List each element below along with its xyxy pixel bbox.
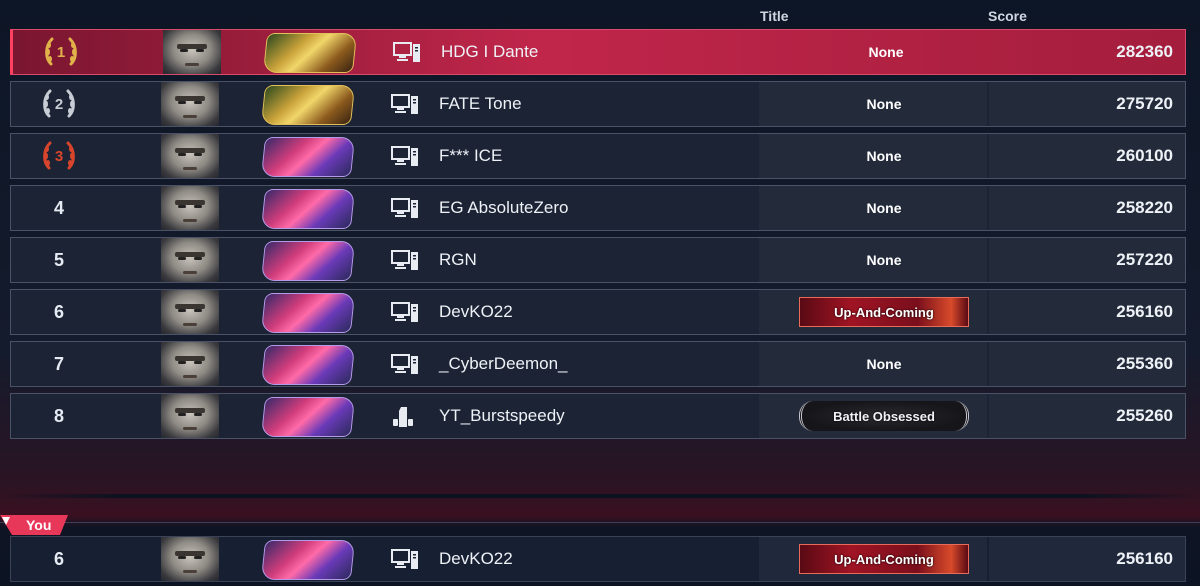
leaderboard-row[interactable]: 2 FATE Tone None 275720 — [10, 81, 1186, 127]
player-score: 257220 — [1116, 250, 1173, 269]
rank-emblem-icon[interactable] — [260, 241, 356, 281]
player-score: 256160 — [1116, 302, 1173, 321]
pc-icon — [391, 548, 419, 572]
player-name[interactable]: DevKO22 — [439, 537, 513, 581]
player-title: Battle Obsessed — [771, 394, 997, 438]
title-text: None — [868, 44, 904, 60]
player-score: 275720 — [1116, 94, 1173, 113]
title-text: None — [866, 148, 902, 164]
player-title: None — [771, 238, 997, 282]
player-name[interactable]: FATE Tone — [439, 82, 522, 126]
character-portrait[interactable] — [161, 537, 219, 581]
title-plate: Up-And-Coming — [799, 297, 969, 327]
column-header-score: Score — [988, 8, 1027, 24]
character-portrait[interactable] — [161, 394, 219, 438]
pc-icon — [393, 41, 421, 65]
divider — [0, 494, 1200, 498]
you-tag-label: You — [26, 517, 52, 533]
rank-emblem-icon[interactable] — [260, 293, 356, 333]
you-row-card[interactable]: 6 DevKO22 Up-And-Coming 256160 — [10, 536, 1186, 582]
player-score: 255360 — [1116, 354, 1173, 373]
player-title: None — [771, 82, 997, 126]
character-portrait[interactable] — [161, 342, 219, 386]
player-name[interactable]: _CyberDeemon_ — [439, 342, 568, 386]
rank-number: 6 — [53, 301, 64, 322]
rank-laurel-icon: 2 — [41, 86, 77, 122]
character-portrait[interactable] — [163, 30, 221, 74]
player-score: 260100 — [1116, 146, 1173, 165]
leaderboard-row[interactable]: 1 HDG I Dante None 282360 — [10, 29, 1186, 75]
character-portrait[interactable] — [161, 290, 219, 334]
pc-icon — [391, 301, 419, 325]
leaderboard-row[interactable]: 7 _CyberDeemon_ None 255360 — [10, 341, 1186, 387]
rank-number: 4 — [53, 197, 64, 218]
leaderboard-row[interactable]: 3 F*** ICE None 260100 — [10, 133, 1186, 179]
player-title: None — [771, 134, 997, 178]
title-text: None — [866, 356, 902, 372]
title-text: None — [866, 252, 902, 268]
title-text: None — [866, 96, 902, 112]
rank-number: 7 — [53, 353, 64, 374]
rank-number: 8 — [53, 405, 64, 426]
player-score: 255260 — [1116, 406, 1173, 425]
pc-icon — [391, 145, 419, 169]
rank-emblem-icon[interactable] — [260, 345, 356, 385]
player-name[interactable]: F*** ICE — [439, 134, 502, 178]
leaderboard-row[interactable]: 4 EG AbsoluteZero None 258220 — [10, 185, 1186, 231]
pc-icon — [391, 353, 419, 377]
player-title: None — [773, 30, 999, 74]
rank-number: 5 — [53, 249, 64, 270]
rank-number: 1 — [56, 43, 66, 61]
you-tag: You — [0, 515, 68, 535]
rank-emblem-icon[interactable] — [260, 137, 356, 177]
pc-icon — [391, 93, 419, 117]
divider-line — [0, 522, 1200, 523]
player-title: Up-And-Coming — [771, 290, 997, 334]
player-title: Up-And-Coming — [771, 537, 997, 581]
player-name[interactable]: RGN — [439, 238, 477, 282]
player-score: 256160 — [1116, 549, 1173, 568]
player-title: None — [771, 186, 997, 230]
pc-icon — [391, 197, 419, 221]
rank-number: 6 — [53, 548, 64, 569]
character-portrait[interactable] — [161, 134, 219, 178]
player-name[interactable]: DevKO22 — [439, 290, 513, 334]
column-header-title: Title — [760, 8, 789, 24]
player-title: None — [771, 342, 997, 386]
rank-emblem-icon[interactable] — [260, 397, 356, 437]
player-name[interactable]: HDG I Dante — [441, 30, 538, 74]
player-score: 258220 — [1116, 198, 1173, 217]
rank-number: 2 — [54, 95, 64, 113]
player-name[interactable]: EG AbsoluteZero — [439, 186, 568, 230]
rank-laurel-icon: 3 — [41, 138, 77, 174]
player-score: 282360 — [1116, 42, 1173, 61]
pc-icon — [391, 249, 419, 273]
rank-laurel-icon: 1 — [43, 34, 79, 70]
title-text: None — [866, 200, 902, 216]
leaderboard-row[interactable]: 5 RGN None 257220 — [10, 237, 1186, 283]
title-plate: Battle Obsessed — [799, 401, 969, 431]
title-plate: Up-And-Coming — [799, 544, 969, 574]
rank-emblem-icon[interactable] — [262, 33, 358, 73]
rank-emblem-icon[interactable] — [260, 540, 356, 580]
leaderboard-row[interactable]: 6 DevKO22 Up-And-Coming 256160 — [10, 289, 1186, 335]
character-portrait[interactable] — [161, 238, 219, 282]
rank-number: 3 — [54, 147, 64, 165]
leaderboard-row[interactable]: 8 YT_Burstspeedy Battle Obsessed 255260 — [10, 393, 1186, 439]
console-icon — [391, 405, 419, 429]
rank-emblem-icon[interactable] — [260, 189, 356, 229]
rank-emblem-icon[interactable] — [260, 85, 356, 125]
player-name[interactable]: YT_Burstspeedy — [439, 394, 565, 438]
character-portrait[interactable] — [161, 186, 219, 230]
character-portrait[interactable] — [161, 82, 219, 126]
column-header-bar: Title Score — [0, 0, 1200, 28]
